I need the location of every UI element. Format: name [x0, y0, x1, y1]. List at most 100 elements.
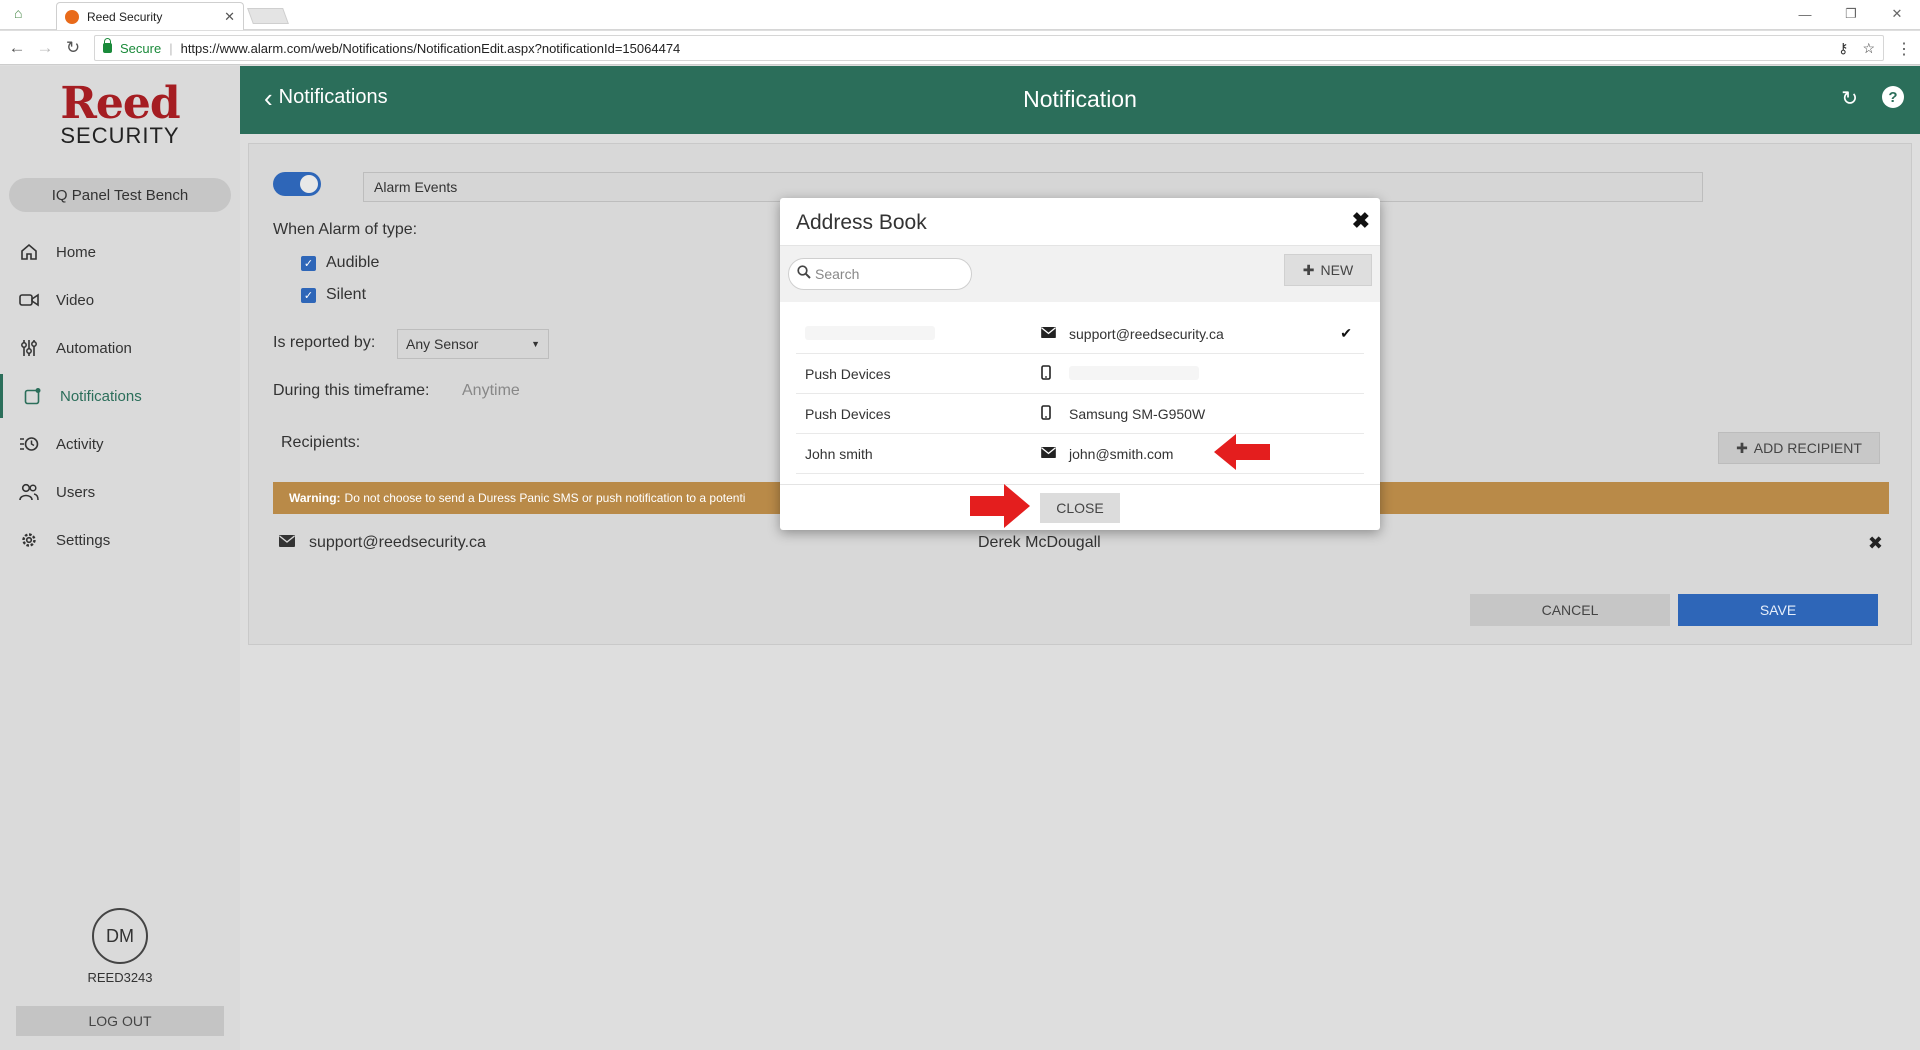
remove-recipient-icon[interactable]: ✖: [1868, 533, 1883, 554]
window-controls: — ❐ ✕: [1782, 0, 1920, 28]
plus-icon: ✚: [1302, 261, 1315, 278]
search-placeholder: Search: [815, 266, 860, 282]
close-button[interactable]: CLOSE: [1040, 493, 1120, 523]
envelope-icon: [1041, 325, 1056, 341]
bookmark-star-icon[interactable]: ☆: [1862, 40, 1875, 57]
reload-icon[interactable]: ↻: [62, 37, 84, 59]
sidebar-item-automation[interactable]: Automation: [0, 324, 240, 372]
url-field[interactable]: Secure | https://www.alarm.com/web/Notif…: [94, 35, 1884, 61]
address-bar: ← → ↻ Secure | https://www.alarm.com/web…: [0, 31, 1920, 65]
sidebar-item-label: Video: [56, 291, 95, 309]
favicon-icon: [65, 9, 79, 24]
new-tab-button[interactable]: [247, 8, 289, 24]
help-icon[interactable]: ?: [1882, 86, 1904, 108]
minimize-icon[interactable]: —: [1782, 0, 1828, 28]
modal-toolbar: Search ✚ NEW: [780, 246, 1380, 302]
new-contact-button[interactable]: ✚ NEW: [1284, 254, 1372, 286]
browser-tab[interactable]: Reed Security ✕: [56, 2, 244, 30]
key-icon[interactable]: ⚷: [1838, 40, 1848, 57]
modal-close-icon[interactable]: ✖: [1352, 208, 1370, 234]
reported-by-label: Is reported by:: [273, 334, 376, 351]
timeframe-value[interactable]: Anytime: [462, 382, 520, 400]
recipient-email: support@reedsecurity.ca: [309, 534, 486, 551]
plus-icon: ✚: [1736, 439, 1748, 456]
annotation-arrow-left-icon: [1214, 434, 1270, 470]
notifications-icon: [22, 385, 44, 407]
sidebar-item-home[interactable]: Home: [0, 228, 240, 276]
annotation-arrow-right-icon: [970, 484, 1030, 528]
modal-title: Address Book: [796, 211, 927, 234]
selected-check-icon: ✔: [1340, 325, 1352, 341]
logout-button[interactable]: LOG OUT: [16, 1006, 224, 1036]
url-text[interactable]: https://www.alarm.com/web/Notifications/…: [181, 41, 1839, 56]
window-close-icon[interactable]: ✕: [1874, 0, 1920, 28]
add-recipient-label: ADD RECIPIENT: [1753, 440, 1862, 456]
browser-tabbar: ⌂ Reed Security ✕ — ❐ ✕: [0, 0, 1920, 30]
activity-icon: [18, 433, 40, 455]
add-recipient-button[interactable]: ✚ ADD RECIPIENT: [1718, 432, 1880, 464]
sidebar-item-users[interactable]: Users: [0, 468, 240, 516]
silent-label: Silent: [326, 286, 367, 303]
silent-checkbox[interactable]: ✓ Silent: [301, 286, 366, 304]
video-icon: [18, 289, 40, 311]
refresh-icon[interactable]: ↻: [1841, 86, 1858, 111]
save-button[interactable]: SAVE: [1678, 594, 1878, 626]
search-icon: [797, 265, 811, 283]
secure-label: Secure: [120, 40, 162, 56]
list-item[interactable]: Push Devices Samsung SM-G950W: [796, 394, 1364, 434]
page-title: Notification: [1023, 86, 1137, 112]
sidebar-item-label: Users: [56, 483, 96, 501]
sidebar-item-video[interactable]: Video: [0, 276, 240, 324]
back-arrow-icon[interactable]: ←: [6, 37, 28, 59]
settings-icon: [18, 529, 40, 551]
sidebar-item-label: Notifications: [60, 387, 142, 405]
audible-checkbox[interactable]: ✓ Audible: [301, 254, 379, 272]
panel-selector[interactable]: IQ Panel Test Bench: [9, 178, 231, 212]
sidebar-item-settings[interactable]: Settings: [0, 516, 240, 564]
sidebar: Reed SECURITY IQ Panel Test Bench Home V…: [0, 66, 240, 1050]
audible-label: Audible: [326, 254, 380, 271]
lock-icon: [103, 38, 112, 53]
cancel-button[interactable]: CANCEL: [1470, 594, 1670, 626]
browser-menu-icon[interactable]: ⋮: [1896, 39, 1912, 59]
list-item[interactable]: John smith john@smith.com: [796, 434, 1364, 474]
forward-arrow-icon[interactable]: →: [34, 37, 56, 59]
avatar[interactable]: DM: [92, 908, 148, 964]
back-to-notifications-link[interactable]: ‹ Notifications: [264, 85, 388, 111]
restore-icon[interactable]: ❐: [1828, 0, 1874, 28]
username: REED3243: [87, 970, 153, 985]
address-book-modal: Address Book ✖ Search ✚ NEW support@reed…: [780, 198, 1380, 530]
list-item[interactable]: Push Devices: [796, 354, 1364, 394]
tab-close-icon[interactable]: ✕: [224, 9, 235, 25]
contact-address: support@reedsecurity.ca: [1069, 326, 1224, 342]
logo-reed-text: Reed: [60, 78, 180, 129]
sidebar-item-label: Home: [56, 243, 97, 261]
checkmark-icon: ✓: [301, 255, 316, 271]
warning-text: Do not choose to send a Duress Panic SMS…: [344, 491, 746, 505]
contact-name: Push Devices: [805, 366, 891, 382]
search-input[interactable]: Search: [788, 258, 972, 290]
recipient-name: Derek McDougall: [978, 534, 1101, 551]
reported-by-select[interactable]: Any Sensor ▼: [397, 329, 549, 359]
notification-enabled-toggle[interactable]: [273, 172, 321, 196]
phone-icon: [1041, 365, 1051, 383]
sidebar-item-label: Settings: [56, 531, 111, 549]
caret-down-icon: ▼: [531, 339, 540, 349]
contact-address-redacted: [1069, 366, 1199, 383]
modal-footer: CLOSE: [780, 484, 1380, 530]
sidebar-item-activity[interactable]: Activity: [0, 420, 240, 468]
contact-name: John smith: [805, 446, 873, 462]
list-item[interactable]: support@reedsecurity.ca ✔: [796, 314, 1364, 354]
sidebar-item-notifications[interactable]: Notifications: [0, 372, 240, 420]
app-launcher-icon[interactable]: ⌂: [14, 5, 30, 23]
home-icon: [18, 241, 40, 263]
automation-icon: [18, 337, 40, 359]
recipients-label: Recipients:: [281, 434, 361, 451]
users-icon: [18, 481, 40, 503]
sidebar-item-label: Activity: [56, 435, 104, 453]
contact-address: john@smith.com: [1069, 446, 1174, 462]
modal-header: Address Book ✖: [780, 198, 1380, 246]
envelope-icon: [1041, 445, 1056, 461]
reed-security-logo[interactable]: Reed SECURITY: [0, 78, 240, 148]
timeframe-label: During this timeframe:: [273, 382, 430, 399]
